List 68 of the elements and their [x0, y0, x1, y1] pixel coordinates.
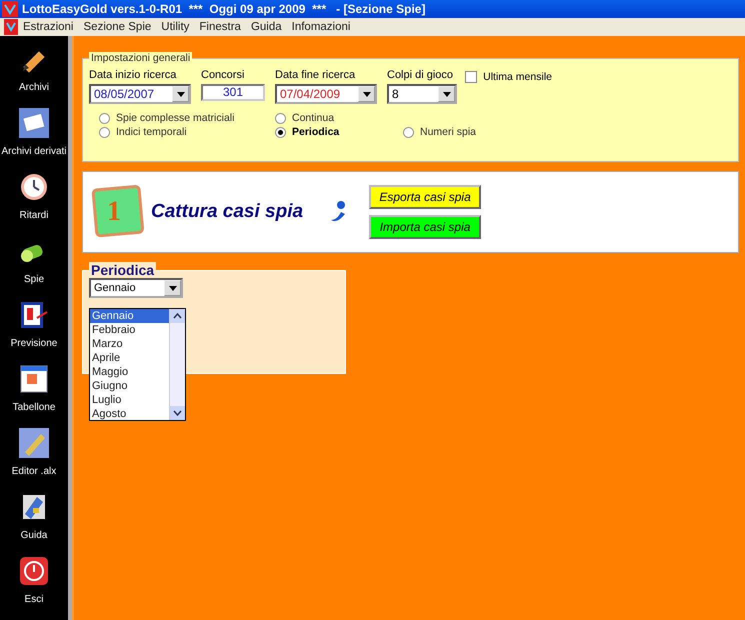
scroll-up-icon	[170, 309, 185, 323]
app-logo-icon	[2, 1, 18, 18]
menu-item[interactable]: Guida	[246, 21, 287, 34]
panel-title: Periodica	[89, 262, 156, 278]
step-number: 1	[107, 196, 122, 228]
dropdown-option[interactable]: Aprile	[90, 351, 169, 365]
caret-icon	[176, 92, 184, 96]
radio-label: Numeri spia	[420, 126, 476, 138]
radio-button[interactable]	[99, 112, 110, 124]
field-label: Concorsi	[201, 69, 246, 81]
app-logo-icon	[4, 19, 18, 36]
window-title: LottoEasyGold vers.1-0-R01 *** Oggi 09 apr 2009 *** - [Sezione Spie]	[22, 2, 426, 16]
combo-field[interactable]: 8	[387, 84, 457, 104]
caret-icon	[362, 92, 370, 96]
menu-item[interactable]: Sezione Spie	[78, 21, 156, 34]
dropdown-option[interactable]: Gennaio	[90, 309, 169, 323]
sidebar-item[interactable]: Archivi derivati	[0, 108, 70, 172]
sidebar-item[interactable]: Esci	[0, 556, 70, 620]
radio-label: Periodica	[292, 126, 340, 138]
dropdown-option[interactable]: Maggio	[90, 365, 169, 379]
panel-title: Impostazioni generali	[89, 52, 192, 65]
section-heading: Cattura casi spia	[151, 201, 304, 223]
radio-label: Continua	[292, 112, 334, 124]
field-label: Data inizio ricerca	[89, 69, 178, 81]
menu-item[interactable]: Finestra	[194, 21, 246, 34]
combo-field[interactable]: 08/05/2007	[89, 84, 191, 104]
dropdown-option[interactable]: Luglio	[90, 393, 169, 407]
scroll-down-icon	[170, 406, 185, 420]
action-button[interactable]: Importa casi spia	[369, 215, 482, 239]
calendar-icon	[19, 364, 49, 394]
dropdown-button[interactable]	[172, 86, 189, 102]
menu-item[interactable]: Infomazioni	[286, 21, 356, 34]
radio-button[interactable]	[99, 126, 110, 138]
scrollbar[interactable]	[169, 309, 185, 420]
document-icon	[19, 108, 49, 138]
menu-item[interactable]: Estrazioni	[18, 21, 78, 34]
caret-icon	[168, 286, 176, 290]
month-combo[interactable]: Gennaio	[89, 278, 183, 298]
sidebar-item[interactable]: Tabellone	[0, 364, 70, 428]
dropdown-button[interactable]	[164, 280, 181, 296]
action-button[interactable]: Esporta casi spia	[369, 185, 482, 209]
combo-field[interactable]: 07/04/2009	[275, 84, 377, 104]
dropdown-option[interactable]: Febbraio	[90, 323, 169, 337]
sidebar-item[interactable]: Archivi	[0, 44, 70, 108]
checkbox-label: Ultima mensile	[483, 71, 552, 83]
caret-icon	[442, 92, 450, 96]
radio-label: Spie complesse matriciali	[116, 112, 234, 124]
sidebar-item[interactable]: Ritardi	[0, 172, 70, 236]
menu-item[interactable]: Utility	[156, 21, 194, 34]
radio-label: Indici temporali	[116, 126, 187, 138]
dropdown-button[interactable]	[438, 86, 455, 102]
sidebar-item[interactable]: Editor .alx	[0, 428, 70, 492]
power-icon	[19, 556, 49, 586]
radio-button[interactable]	[275, 112, 286, 124]
sidebar-item[interactable]: Previsione	[0, 300, 70, 364]
radio-button[interactable]	[275, 126, 286, 138]
clock-icon	[19, 172, 49, 202]
sidebar-item[interactable]: Spie	[0, 236, 70, 300]
field-label: Colpi di gioco	[387, 69, 454, 81]
dropdown-option[interactable]: Agosto	[90, 407, 169, 421]
field-label: Data fine ricerca	[275, 69, 356, 81]
checkbox[interactable]	[465, 71, 478, 83]
input-field[interactable]: 301	[201, 84, 265, 101]
radio-button[interactable]	[403, 126, 414, 138]
dropdown-button[interactable]	[358, 86, 375, 102]
dropdown-option[interactable]: Giugno	[90, 379, 169, 393]
sidebar-item[interactable]: Guida	[0, 492, 70, 556]
dropdown-option[interactable]: Marzo	[90, 337, 169, 351]
